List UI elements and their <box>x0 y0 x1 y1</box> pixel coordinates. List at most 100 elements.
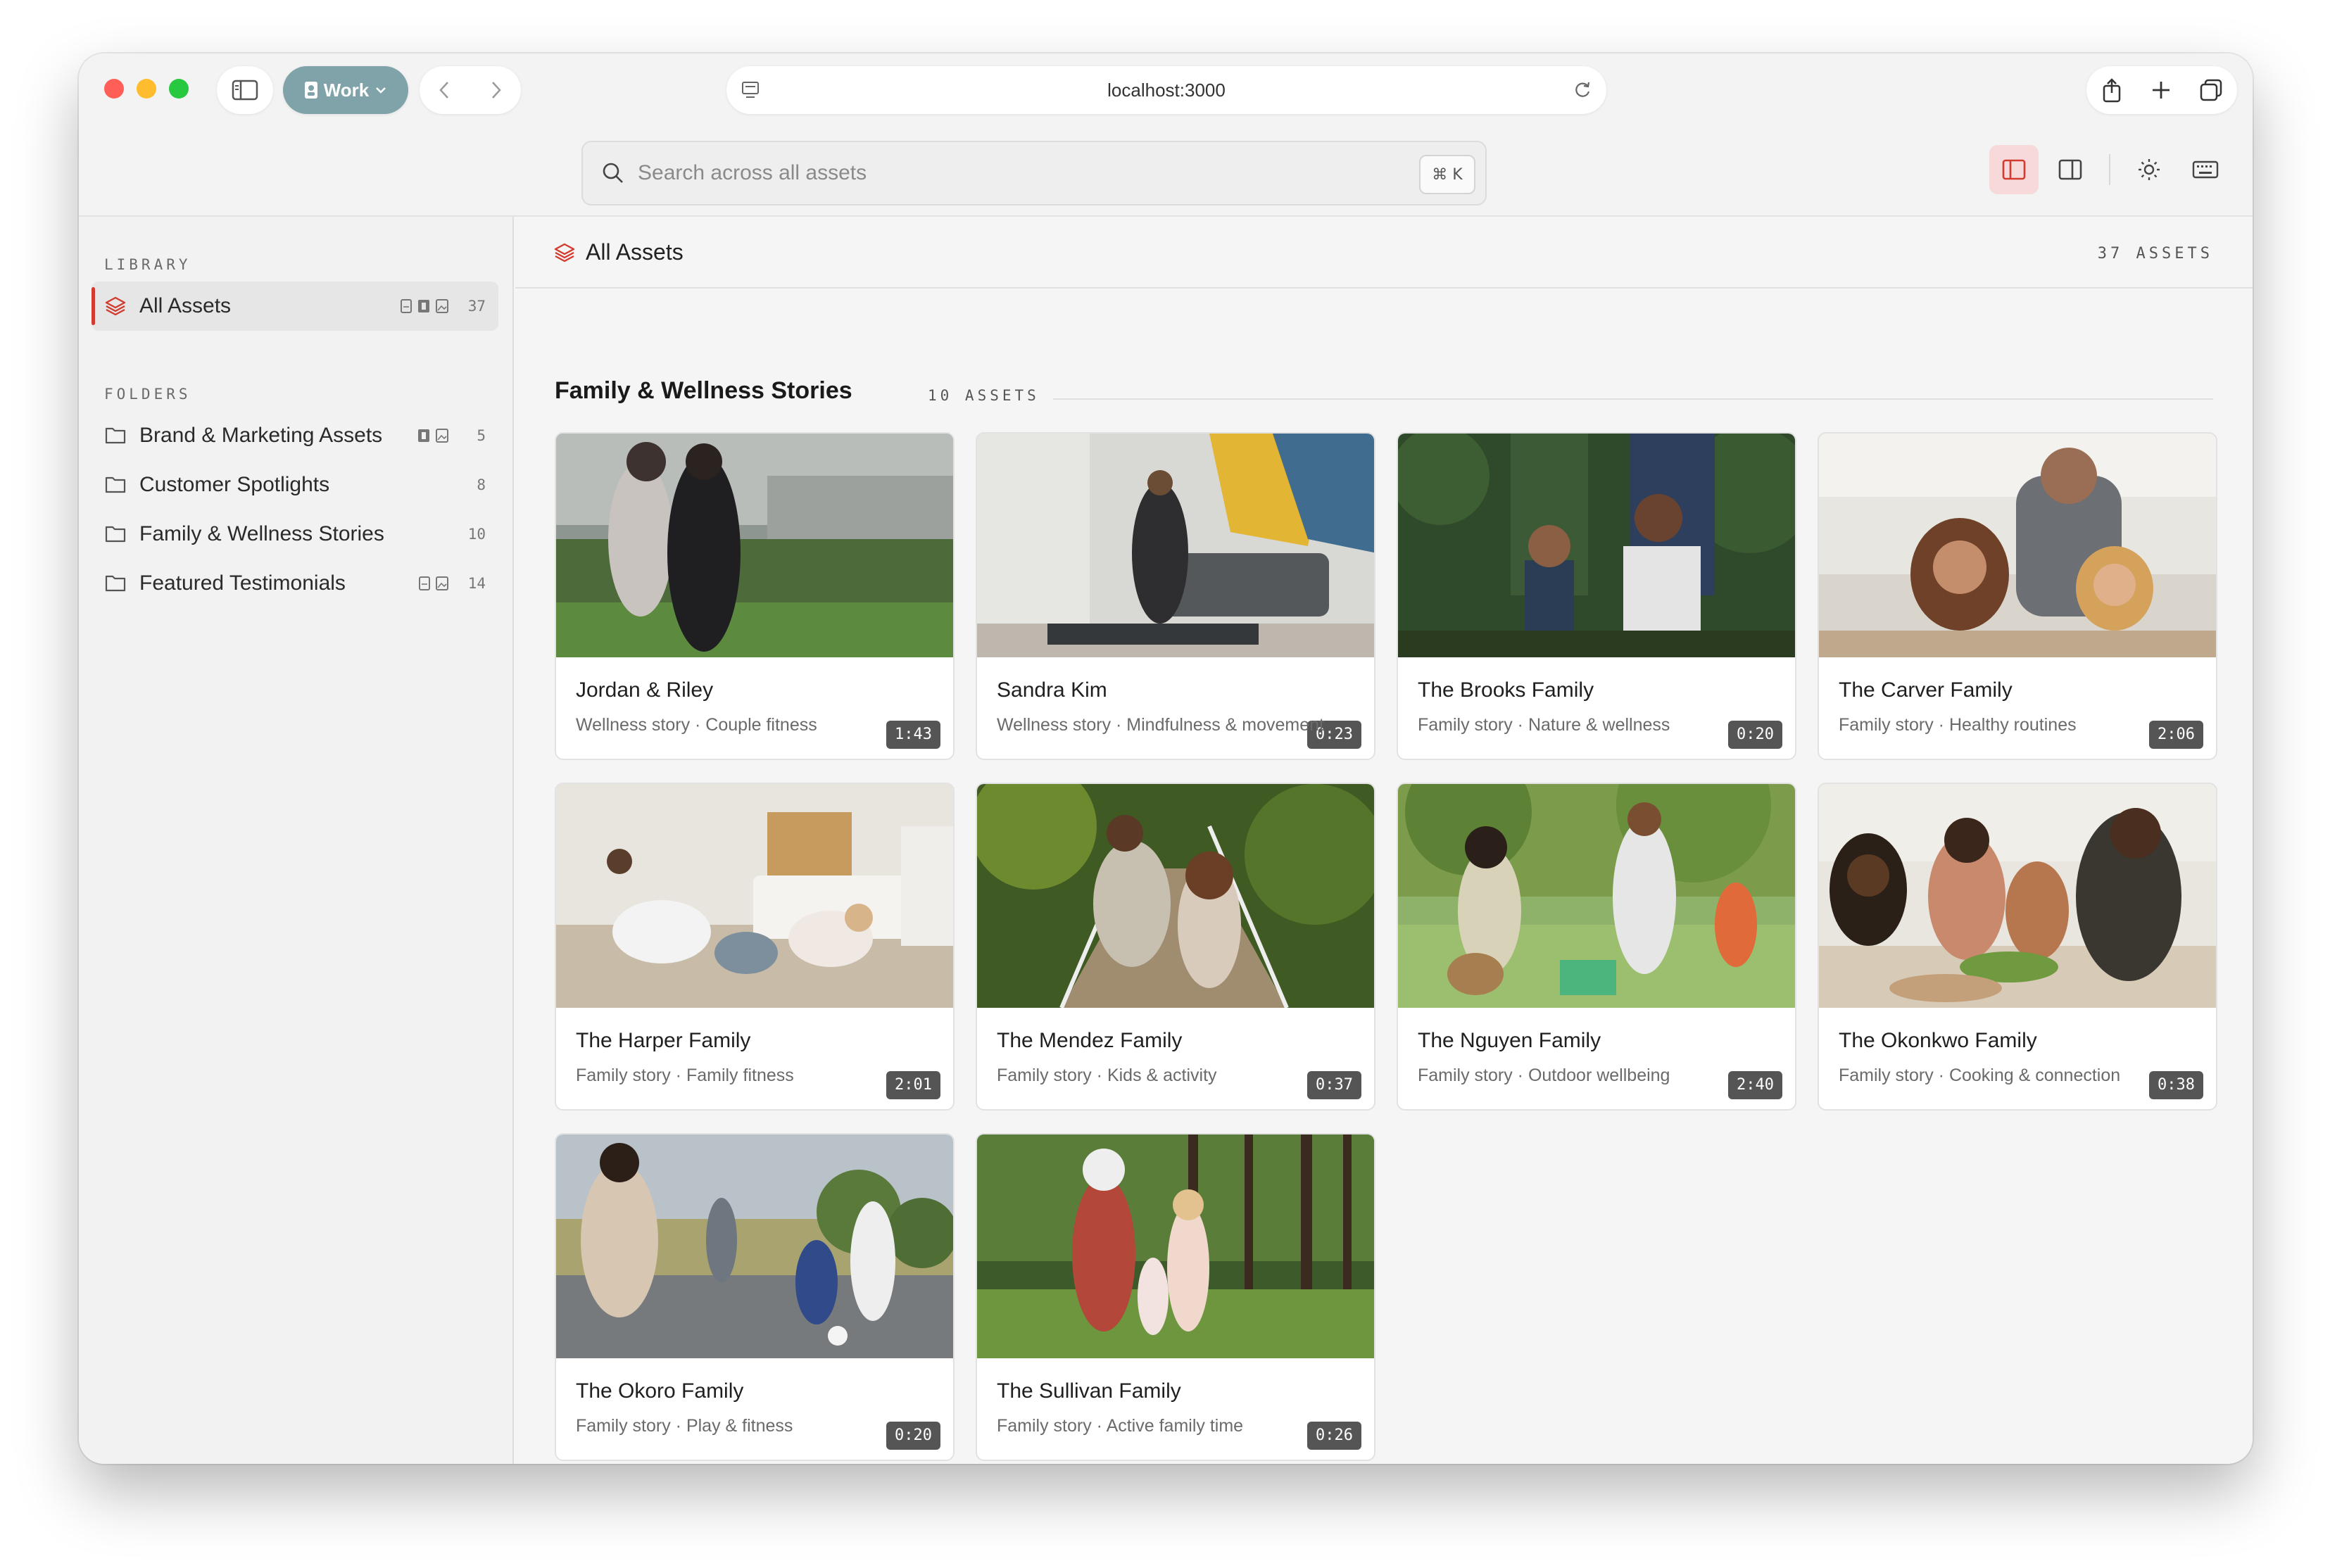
keyboard-icon <box>2192 160 2219 179</box>
card-subtitle: Wellness story · Mindfulness & movement <box>997 715 1324 735</box>
card-title: The Brooks Family <box>1418 678 1594 702</box>
browser-actions <box>2086 66 2237 114</box>
folder-count: 8 <box>477 476 486 493</box>
video-duration: 0:26 <box>1307 1422 1361 1450</box>
search-icon <box>603 163 623 183</box>
forward-arrow-icon[interactable] <box>487 80 504 101</box>
asset-card[interactable]: 2:40 The Nguyen Family Family story · Ou… <box>1397 783 1796 1111</box>
back-arrow-icon[interactable] <box>436 80 453 101</box>
card-title: The Sullivan Family <box>997 1379 1181 1403</box>
window-controls <box>104 79 189 99</box>
asset-card[interactable]: 0:26 The Sullivan Family Family story · … <box>976 1133 1375 1461</box>
minimize-window-button[interactable] <box>137 79 156 99</box>
sidebar-item-all-assets[interactable]: All Assets 37 <box>92 282 498 331</box>
folder-label: Customer Spotlights <box>139 473 330 496</box>
document-icon <box>401 299 412 313</box>
left-panel-icon <box>2002 159 2026 180</box>
sidebar-item-customer-spotlights[interactable]: Customer Spotlights 8 <box>92 460 498 510</box>
maximize-window-button[interactable] <box>169 79 189 99</box>
share-icon[interactable] <box>2101 77 2123 103</box>
global-search: ⌘ K <box>581 141 1487 206</box>
image-icon <box>436 299 448 313</box>
video-thumbnail <box>556 434 953 657</box>
theme-toggle-button[interactable] <box>2124 145 2174 194</box>
video-duration: 0:20 <box>886 1422 940 1450</box>
asset-card[interactable]: 0:20 The Brooks Family Family story · Na… <box>1397 432 1796 760</box>
tab-overview-icon[interactable] <box>2199 78 2223 102</box>
video-icon <box>418 429 429 442</box>
history-navigation <box>420 66 521 114</box>
video-duration: 2:01 <box>886 1071 940 1099</box>
address-bar[interactable]: localhost:3000 <box>726 66 1606 114</box>
folder-icon <box>105 575 126 592</box>
sidebar-item-family-wellness-stories[interactable]: Family & Wellness Stories 10 <box>92 510 498 559</box>
asset-card[interactable]: 0:20 The Okoro Family Family story · Pla… <box>555 1133 955 1461</box>
asset-type-indicators <box>400 298 449 314</box>
view-toolbar <box>1989 145 2230 194</box>
toggle-left-panel-button[interactable] <box>1989 145 2039 194</box>
card-title: The Okoro Family <box>576 1379 744 1403</box>
main-content: All Assets 37 ASSETS Family & Wellness S… <box>515 217 2253 1464</box>
asset-card[interactable]: 0:37 The Mendez Family Family story · Ki… <box>976 783 1375 1111</box>
layers-icon <box>554 243 575 263</box>
sidebar-item-brand-marketing-assets[interactable]: Brand & Marketing Assets 5 <box>92 411 498 460</box>
card-subtitle: Wellness story · Couple fitness <box>576 715 817 735</box>
profile-badge-icon <box>304 82 317 99</box>
card-title: Jordan & Riley <box>576 678 714 702</box>
chevron-down-icon <box>376 87 386 94</box>
video-thumbnail <box>1398 784 1795 1008</box>
library-sidebar: LIBRARY All Assets 37 FOLDERS Brand & Ma… <box>79 217 514 1464</box>
video-thumbnail <box>1819 784 2216 1008</box>
new-tab-icon[interactable] <box>2150 80 2172 101</box>
url-text: localhost:3000 <box>1107 79 1226 101</box>
section-title: Family & Wellness Stories <box>555 377 852 404</box>
card-title: The Mendez Family <box>997 1029 1183 1052</box>
video-thumbnail <box>556 1134 953 1358</box>
page-settings-icon[interactable] <box>741 80 762 100</box>
video-thumbnail <box>556 784 953 1008</box>
video-duration: 1:43 <box>886 721 940 749</box>
browser-sidebar-toggle-button[interactable] <box>217 66 273 114</box>
profile-label: Work <box>323 79 370 101</box>
sun-icon <box>2139 159 2160 180</box>
folder-count: 5 <box>477 427 486 444</box>
browser-chrome: Work localhost:3000 Search across all as… <box>79 53 2253 217</box>
asset-type-indicators <box>418 576 449 591</box>
toolbar-divider <box>2109 154 2110 185</box>
card-title: Sandra Kim <box>997 678 1107 702</box>
browser-window: Work localhost:3000 Search across all as… <box>79 53 2253 1464</box>
video-thumbnail <box>977 1134 1374 1358</box>
asset-card[interactable]: 1:43 Jordan & Riley Wellness story · Cou… <box>555 432 955 760</box>
reload-icon[interactable] <box>1573 80 1592 100</box>
search-input[interactable] <box>638 161 1342 185</box>
toggle-right-panel-button[interactable] <box>2046 145 2095 194</box>
video-duration: 2:40 <box>1728 1071 1782 1099</box>
card-subtitle: Family story · Nature & wellness <box>1418 715 1670 735</box>
library-heading: LIBRARY <box>104 256 191 273</box>
section-asset-count: 10 ASSETS <box>928 387 1040 404</box>
video-thumbnail <box>977 434 1374 657</box>
sidebar-item-featured-testimonials[interactable]: Featured Testimonials 14 <box>92 559 498 608</box>
asset-card[interactable]: 2:06 The Carver Family Family story · He… <box>1818 432 2217 760</box>
document-icon <box>419 576 430 590</box>
sidebar-icon <box>232 80 258 101</box>
card-subtitle: Family story · Family fitness <box>576 1066 794 1085</box>
profile-switcher-button[interactable]: Work <box>283 66 408 114</box>
card-subtitle: Family story · Kids & activity <box>997 1066 1217 1085</box>
card-subtitle: Family story · Cooking & connection <box>1839 1066 2121 1085</box>
card-title: The Harper Family <box>576 1029 751 1052</box>
asset-card[interactable]: 0:38 The Okonkwo Family Family story · C… <box>1818 783 2217 1111</box>
asset-card[interactable]: 2:01 The Harper Family Family story · Fa… <box>555 783 955 1111</box>
folder-count: 10 <box>467 526 486 543</box>
total-asset-count: 37 ASSETS <box>2097 245 2213 263</box>
card-title: The Nguyen Family <box>1418 1029 1601 1052</box>
right-panel-icon <box>2058 159 2082 180</box>
folder-icon <box>105 526 126 543</box>
asset-card[interactable]: 0:23 Sandra Kim Wellness story · Mindful… <box>976 432 1375 760</box>
image-icon <box>436 429 448 443</box>
card-subtitle: Family story · Healthy routines <box>1839 715 2077 735</box>
video-thumbnail <box>1819 434 2216 657</box>
close-window-button[interactable] <box>104 79 124 99</box>
video-thumbnail <box>977 784 1374 1008</box>
keyboard-shortcuts-button[interactable] <box>2181 145 2230 194</box>
